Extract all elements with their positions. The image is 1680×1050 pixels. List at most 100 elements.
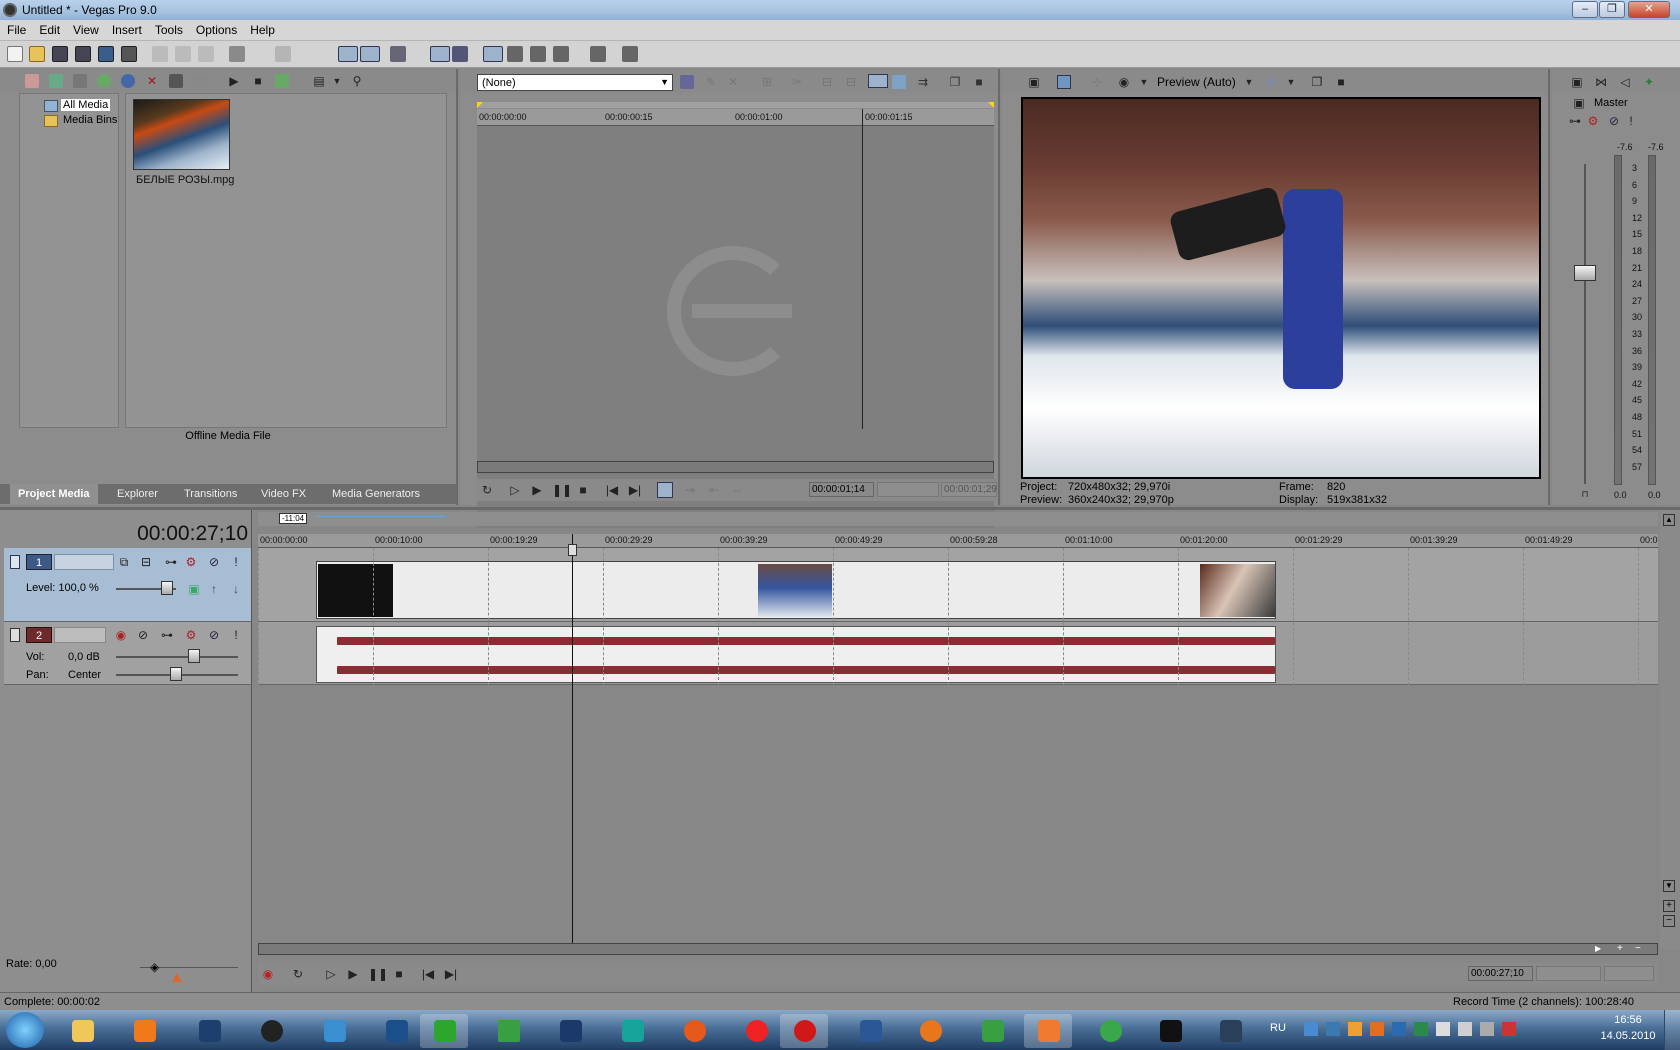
trimmer-history-dropdown[interactable]: (None) ▼ — [477, 74, 673, 91]
marker-bar[interactable]: -11:04 — [258, 512, 1658, 526]
go-to-end-icon[interactable]: ▶| — [443, 966, 459, 982]
taskbar-item[interactable] — [670, 1014, 718, 1048]
trimmer-ruler[interactable]: 00:00:00:00 00:00:00:15 00:00:01:00 00:0… — [477, 109, 994, 126]
overlays-grid-icon[interactable]: # — [1264, 75, 1278, 89]
new-icon[interactable] — [7, 46, 23, 62]
scroll-up-icon[interactable]: ▲ — [1663, 514, 1675, 526]
taskbar-item[interactable] — [906, 1014, 954, 1048]
tray-icon[interactable] — [1414, 1022, 1428, 1036]
loop-end-marker[interactable] — [988, 102, 994, 108]
ignore-grouping-icon[interactable] — [452, 46, 468, 62]
selection-tool-icon[interactable] — [530, 46, 546, 62]
fill-icon[interactable]: ⇉ — [916, 75, 930, 89]
tray-icon[interactable] — [1392, 1022, 1406, 1036]
track-fx-chain-icon[interactable]: ⊶ — [160, 628, 174, 642]
audio-only-icon[interactable] — [892, 75, 906, 89]
taskbar-item[interactable] — [484, 1014, 532, 1048]
zoom-in-horizontal-icon[interactable]: + — [1617, 944, 1627, 954]
whats-this-help-icon[interactable] — [622, 46, 638, 62]
tab-video-fx[interactable]: Video FX — [253, 484, 314, 504]
preview-quality-dropdown[interactable]: Preview (Auto) — [1157, 75, 1236, 89]
preferences-icon[interactable] — [590, 46, 606, 62]
trimmer-properties-icon[interactable] — [680, 75, 694, 89]
go-to-start-icon[interactable]: |◀ — [604, 482, 620, 498]
taskbar-item[interactable] — [420, 1014, 468, 1048]
taskbar-item[interactable] — [1086, 1014, 1134, 1048]
taskbar-item[interactable] — [120, 1014, 168, 1048]
lock-envelopes-icon[interactable] — [430, 46, 450, 62]
timeline-horizontal-scrollbar[interactable]: ▶ + − — [258, 943, 1658, 955]
preview-quality-chevron-icon[interactable]: ▼ — [1242, 75, 1256, 89]
zoom-out-horizontal-icon[interactable]: − — [1635, 944, 1645, 954]
render-as-icon[interactable] — [98, 46, 114, 62]
clear-trimmer-icon[interactable]: ✕ — [726, 75, 740, 89]
timeline-cursor[interactable] — [572, 534, 573, 944]
play-icon[interactable]: ▶ — [529, 482, 545, 498]
zoom-out-vertical-icon[interactable]: − — [1663, 915, 1675, 927]
taskbar-item[interactable] — [732, 1014, 780, 1048]
add-after-icon[interactable]: ⊟ — [844, 75, 858, 89]
media-file-name[interactable]: БЕЛЫЕ РОЗЫ.mpg — [136, 174, 234, 186]
get-media-web-icon[interactable] — [97, 74, 111, 88]
timeline-vertical-scrollbar[interactable]: ▲ ▼ + − — [1660, 510, 1680, 950]
taskbar-item[interactable] — [546, 1014, 594, 1048]
paste-icon[interactable] — [198, 46, 214, 62]
taskbar-item[interactable] — [185, 1014, 233, 1048]
menu-tools[interactable]: Tools — [148, 20, 189, 37]
search-media-icon[interactable]: ⚲ — [350, 74, 364, 88]
play-from-start-icon[interactable]: ▷ — [507, 482, 523, 498]
level-slider-thumb[interactable] — [161, 581, 173, 595]
select-to-cursor-icon[interactable] — [657, 482, 673, 498]
trimmer-cursor[interactable] — [862, 109, 863, 429]
properties-icon[interactable] — [121, 46, 137, 62]
scroll-down-icon[interactable]: ▼ — [1663, 880, 1675, 892]
solo-icon[interactable]: ! — [229, 628, 243, 642]
stop-icon[interactable]: ■ — [575, 482, 591, 498]
master-solo-icon[interactable]: ! — [1624, 114, 1638, 128]
track-header-audio[interactable]: 2 ◉ ⊘ ⊶ ⚙ ⊘ ! Vol: 0,0 dB Pan: Center — [4, 622, 251, 685]
trimmer-tool-icon[interactable]: ✂ — [790, 75, 804, 89]
go-to-end-icon[interactable]: ▶| — [627, 482, 643, 498]
clock-date[interactable]: 14.05.2010 — [1600, 1030, 1656, 1042]
show-desktop-button[interactable] — [1664, 1010, 1680, 1050]
add-to-timeline-icon[interactable]: ⊞ — [760, 75, 774, 89]
add-to-timeline-start-icon[interactable]: ⇥ — [682, 482, 698, 498]
trimmer-scrollbar[interactable] — [477, 461, 994, 473]
stop-preview-icon[interactable]: ■ — [251, 74, 265, 88]
tab-explorer[interactable]: Explorer — [109, 484, 166, 504]
clock-time[interactable]: 16:56 — [1608, 1014, 1648, 1026]
menu-edit[interactable]: Edit — [32, 20, 66, 37]
copy-icon[interactable] — [175, 46, 191, 62]
tab-transitions[interactable]: Transitions — [176, 484, 245, 504]
add-to-timeline-end-icon[interactable]: ⇤ — [706, 482, 722, 498]
menu-view[interactable]: View — [66, 20, 105, 37]
normal-edit-tool-icon[interactable] — [483, 46, 503, 62]
video-preview-frame[interactable] — [1021, 97, 1541, 479]
cursor-time-display[interactable]: 00:00:27;10 — [118, 522, 248, 546]
master-mute-icon[interactable]: ⊘ — [1607, 114, 1621, 128]
taskbar-item[interactable] — [58, 1014, 106, 1048]
menu-file[interactable]: File — [0, 20, 32, 37]
bypass-motion-blur-icon[interactable]: ▣ — [187, 582, 201, 596]
taskbar-item[interactable] — [310, 1014, 358, 1048]
video-only-icon[interactable] — [868, 74, 888, 88]
track-minimize-icon[interactable] — [10, 555, 20, 569]
capture-video-icon[interactable] — [49, 74, 63, 88]
split-screen-dropdown-icon[interactable]: ▼ — [1137, 75, 1151, 89]
taskbar-item[interactable] — [780, 1014, 828, 1048]
master-fx-icon[interactable]: ⊶ — [1568, 114, 1582, 128]
remove-unused-media-icon[interactable] — [121, 74, 135, 88]
taskbar-item[interactable] — [846, 1014, 894, 1048]
trimmer-loop-bar[interactable] — [477, 102, 994, 108]
tray-icon[interactable] — [1370, 1022, 1384, 1036]
track-fx-icon[interactable]: ⚙ — [184, 628, 198, 642]
track-header-video[interactable]: 1 ⧉ ⊟ ⊶ ⚙ ⊘ ! Level: 100,0 % ▣ ↑ ↓ — [4, 548, 251, 622]
taskbar-item[interactable] — [1024, 1014, 1072, 1048]
tree-media-bins[interactable]: Media Bins — [63, 114, 117, 126]
mixer-downmix-icon[interactable]: ✦ — [1642, 75, 1656, 89]
taskbar-item[interactable] — [1146, 1014, 1194, 1048]
loop-start-marker[interactable] — [477, 102, 483, 108]
start-preview-icon[interactable]: ▶ — [227, 74, 241, 88]
auto-crossfade-icon[interactable] — [360, 46, 380, 62]
tree-all-media[interactable]: All Media — [61, 99, 111, 111]
